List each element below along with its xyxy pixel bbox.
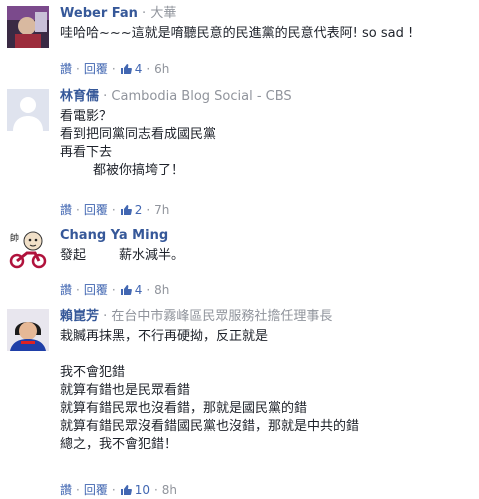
like-button[interactable]: 讚	[60, 201, 72, 218]
comment-affiliation[interactable]: Cambodia Blog Social - CBS	[111, 89, 291, 104]
comment-author[interactable]: Weber Fan	[60, 6, 138, 21]
reply-button[interactable]: 回覆	[84, 281, 108, 298]
thumbs-up-icon	[120, 284, 132, 295]
reply-button[interactable]: 回覆	[84, 60, 108, 77]
comment: Weber Fan · 大華 哇哈哈~~~這就是唷聽民意的民進黨的民意代表阿! …	[0, 0, 479, 85]
thumbs-up-icon	[120, 204, 132, 215]
like-count[interactable]: 2	[135, 203, 143, 217]
avatar[interactable]	[7, 6, 49, 48]
avatar[interactable]	[7, 309, 49, 351]
like-button[interactable]: 讚	[60, 60, 72, 77]
avatar[interactable]	[7, 89, 49, 131]
comment-text: 發起 薪水減半。	[60, 248, 185, 263]
comment-text: 栽贓再抹黑，不行再硬拗，反正就是 我不會犯錯 就算有錯也是民眾看錯 就算有錯民眾…	[60, 329, 360, 452]
thumbs-up-icon	[120, 484, 132, 495]
like-button[interactable]: 讚	[60, 281, 72, 298]
like-button[interactable]: 讚	[60, 481, 72, 498]
timestamp[interactable]: 6h	[154, 62, 169, 76]
comment: 林育儒 · Cambodia Blog Social - CBS 看電影？ 看到…	[0, 85, 479, 221]
comment-author[interactable]: 賴崑芳	[60, 309, 99, 324]
comment: 帥 Chang Ya Ming 發起 薪水減半。 讚 · 回覆 · 4 · 8h	[0, 221, 479, 303]
comment-text: 看電影？ 看到把同黨同志看成國民黨 再看下去 都被你搞垮了！	[60, 109, 217, 178]
avatar[interactable]: 帥	[7, 227, 49, 269]
reply-button[interactable]: 回覆	[84, 481, 108, 498]
svg-text:帥: 帥	[10, 232, 19, 244]
timestamp[interactable]: 8h	[154, 283, 169, 297]
comment-text: 哇哈哈~~~這就是唷聽民意的民進黨的民意代表阿! so sad !	[60, 26, 414, 41]
comment: 賴崑芳 · 在台中市霧峰區民眾服務社擔任理事長 栽贓再抹黑，不行再硬拗，反正就是…	[0, 303, 479, 499]
reply-button[interactable]: 回覆	[84, 201, 108, 218]
comment-author[interactable]: Chang Ya Ming	[60, 228, 168, 243]
comment-affiliation[interactable]: 在台中市霧峰區民眾服務社擔任理事長	[111, 309, 332, 324]
comment-author[interactable]: 林育儒	[60, 89, 99, 104]
timestamp[interactable]: 7h	[154, 203, 169, 217]
like-count[interactable]: 10	[135, 483, 150, 497]
thumbs-up-icon	[120, 63, 132, 74]
like-count[interactable]: 4	[135, 283, 143, 297]
timestamp[interactable]: 8h	[162, 483, 177, 497]
like-count[interactable]: 4	[135, 62, 143, 76]
comment-affiliation[interactable]: 大華	[150, 6, 176, 21]
